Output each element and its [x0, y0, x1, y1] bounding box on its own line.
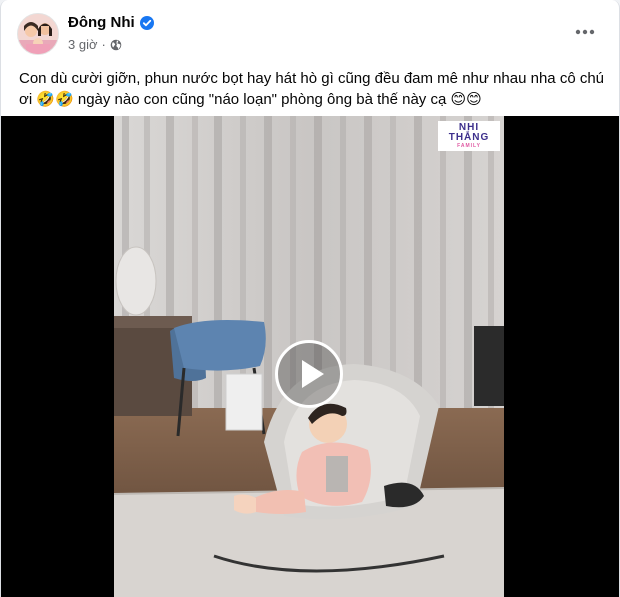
video-player[interactable]: NHI THẮNG FAMILY	[1, 116, 619, 597]
post-caption: Con dù cười giỡn, phun nước bọt hay hát …	[19, 70, 605, 108]
watermark-line2: THẮNG	[448, 132, 490, 143]
post-timestamp[interactable]: 3 giờ	[68, 37, 98, 52]
author-avatar[interactable]	[17, 13, 59, 55]
video-watermark: NHI THẮNG FAMILY	[438, 121, 500, 151]
globe-icon[interactable]	[110, 39, 122, 51]
play-icon	[302, 360, 324, 388]
play-button[interactable]	[275, 340, 343, 408]
video-frame: NHI THẮNG FAMILY	[114, 116, 504, 597]
author-name-row: Đông Nhi	[68, 14, 154, 31]
more-options-icon	[575, 29, 595, 35]
watermark-line3: FAMILY	[457, 143, 481, 149]
post-header: Đông Nhi 3 giờ ·	[1, 0, 619, 62]
author-name[interactable]: Đông Nhi	[68, 14, 135, 31]
verified-badge-icon	[139, 15, 154, 30]
facebook-post-card: Đông Nhi 3 giờ · Con dù cười giỡn, phun …	[0, 0, 620, 597]
meta-separator: ·	[101, 37, 106, 52]
post-meta: 3 giờ ·	[68, 37, 122, 52]
more-options-button[interactable]	[571, 18, 599, 46]
